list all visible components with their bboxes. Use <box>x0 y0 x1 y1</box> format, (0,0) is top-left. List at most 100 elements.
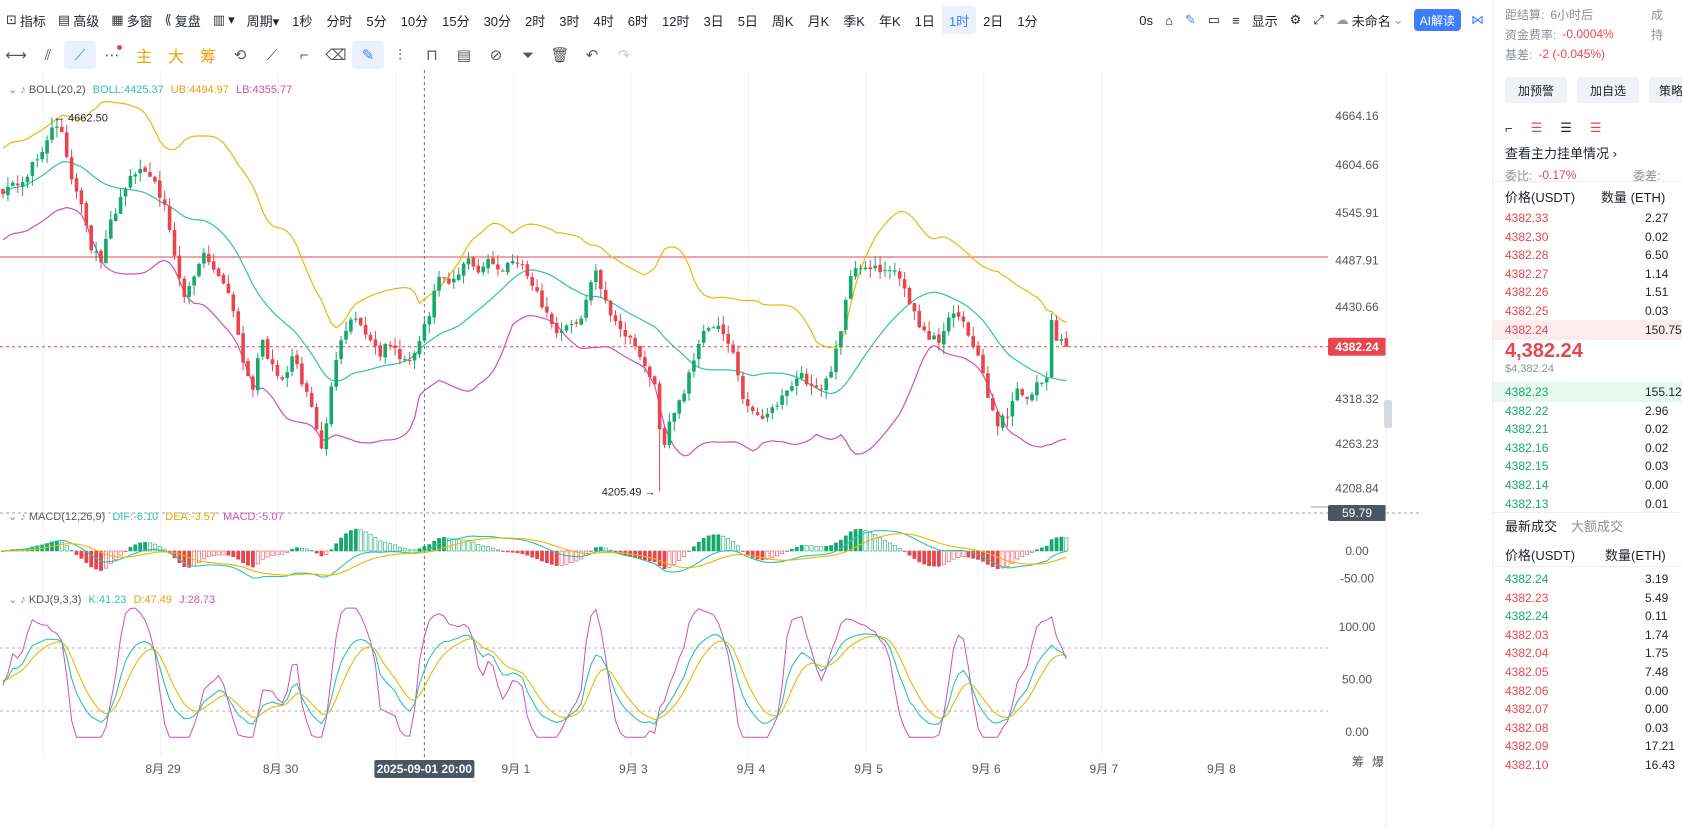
bell-icon[interactable]: ♪ <box>20 594 26 606</box>
fullscreen-icon[interactable]: ⤢ <box>1307 6 1329 34</box>
trade-row[interactable]: 4382.10 16.43 <box>1493 755 1682 775</box>
liquidation-tab[interactable]: 爆 <box>1372 753 1384 770</box>
period-12[interactable]: 5日 <box>731 6 765 34</box>
chart-area[interactable]: 8月 298月 308月 319月 19月 39月 49月 59月 69月 79… <box>0 70 1420 828</box>
comment-icon[interactable]: ▭ <box>1202 6 1226 34</box>
period-1[interactable]: 分时 <box>319 6 359 34</box>
watchlist-button[interactable]: 加自选 <box>1577 77 1639 103</box>
period-9[interactable]: 6时 <box>621 6 655 34</box>
bid-row[interactable]: 4382.21 0.02 <box>1493 419 1682 439</box>
tab-latest-trades[interactable]: 最新成交 <box>1505 516 1557 535</box>
camera-icon[interactable]: ⌂ <box>1159 6 1179 34</box>
trade-row[interactable]: 4382.23 5.49 <box>1493 588 1682 608</box>
trade-row[interactable]: 4382.04 1.75 <box>1493 643 1682 663</box>
replay-button[interactable]: ⟪ 复盘 <box>159 6 207 34</box>
bell-icon[interactable]: ♪ <box>20 511 26 523</box>
undo-icon[interactable]: ↶ <box>576 41 608 69</box>
period-4[interactable]: 15分 <box>435 6 476 34</box>
trade-row[interactable]: 4382.09 17.21 <box>1493 736 1682 756</box>
book-both-icon[interactable]: ⌐ <box>1505 121 1513 136</box>
period-8[interactable]: 4时 <box>587 6 621 34</box>
period-18[interactable]: 1时 <box>941 6 977 34</box>
refresh-draw-icon[interactable]: ⟲ <box>224 41 256 69</box>
filter-icon[interactable]: ⏷ <box>512 41 544 69</box>
period-7[interactable]: 3时 <box>552 6 586 34</box>
ask-row[interactable]: 4382.25 0.03 <box>1493 301 1682 321</box>
trade-row[interactable]: 4382.08 0.03 <box>1493 718 1682 738</box>
trade-row[interactable]: 4382.03 1.74 <box>1493 625 1682 645</box>
magnet-icon[interactable]: ⊘ <box>480 41 512 69</box>
collapse-icon[interactable]: ⌄ <box>8 594 17 606</box>
alert-button[interactable]: 加预警 <box>1505 77 1567 103</box>
ask-row[interactable]: 4382.33 2.27 <box>1493 208 1682 228</box>
book-bid-icon[interactable]: ☰ <box>1590 120 1602 136</box>
collapse-icon[interactable]: ⌄ <box>8 511 17 523</box>
share-icon[interactable]: ⋈ <box>1465 6 1490 34</box>
period-dropdown[interactable]: 周期▾ <box>241 6 286 34</box>
ask-row[interactable]: 4382.30 0.02 <box>1493 227 1682 247</box>
bid-row[interactable]: 4382.15 0.03 <box>1493 456 1682 476</box>
chart-svg[interactable]: 8月 298月 308月 319月 19月 39月 49月 59月 69月 79… <box>0 70 1420 828</box>
orderbook-link[interactable]: 查看主力挂单情况 › <box>1493 142 1682 162</box>
measure-icon[interactable]: ⫶ <box>384 41 416 69</box>
period-2[interactable]: 5分 <box>359 6 393 34</box>
period-15[interactable]: 季K <box>836 6 872 34</box>
period-6[interactable]: 2时 <box>518 6 552 34</box>
trade-row[interactable]: 4382.07 0.00 <box>1493 699 1682 719</box>
more-tools-icon[interactable]: ⋯ <box>96 41 128 69</box>
period-16[interactable]: 年K <box>872 6 908 34</box>
ai-button[interactable]: AI解读 <box>1413 9 1461 31</box>
period-17[interactable]: 1日 <box>908 6 942 34</box>
bid-row[interactable]: 4382.23 155.12 <box>1493 382 1682 402</box>
period-20[interactable]: 1分 <box>1010 6 1044 34</box>
menu-icon[interactable]: ≡ <box>1226 6 1246 34</box>
multi-line-icon[interactable]: ⫽ <box>32 41 64 69</box>
indicator-button[interactable]: ⊡ 指标 <box>0 6 52 34</box>
bid-row[interactable]: 4382.16 0.02 <box>1493 438 1682 458</box>
note-icon[interactable]: ▤ <box>448 41 480 69</box>
eraser-icon[interactable]: ⌫ <box>320 41 352 69</box>
period-5[interactable]: 30分 <box>477 6 518 34</box>
bid-row[interactable]: 4382.22 2.96 <box>1493 401 1682 421</box>
trade-row[interactable]: 4382.24 0.11 <box>1493 606 1682 626</box>
ask-row[interactable]: 4382.27 1.14 <box>1493 264 1682 284</box>
strategy-button[interactable]: 策略 <box>1649 77 1682 103</box>
ruler-icon[interactable]: ⟋ <box>256 41 288 69</box>
chart-type-button[interactable]: ▥ ▾ <box>207 6 241 34</box>
collapse-icon[interactable]: ⌄ <box>8 84 17 96</box>
ask-row[interactable]: 4382.28 6.50 <box>1493 245 1682 265</box>
chip-tab[interactable]: 筹 <box>1352 753 1364 770</box>
trade-row[interactable]: 4382.05 7.48 <box>1493 662 1682 682</box>
book-list-icon[interactable]: ☰ <box>1560 120 1572 136</box>
settings-gear-icon[interactable]: ⚙ <box>1284 6 1308 34</box>
ask-row[interactable]: 4382.24 150.75 <box>1493 319 1682 340</box>
tab-large-trades[interactable]: 大额成交 <box>1571 516 1623 535</box>
redo-icon[interactable]: ↷ <box>608 41 640 69</box>
period-13[interactable]: 周K <box>765 6 801 34</box>
trade-row[interactable]: 4382.24 3.19 <box>1493 569 1682 589</box>
book-ask-icon[interactable]: ☰ <box>1531 120 1543 136</box>
bid-row[interactable]: 4382.14 0.00 <box>1493 475 1682 495</box>
period-19[interactable]: 2日 <box>976 6 1010 34</box>
select-icon[interactable]: ⌐ <box>288 41 320 69</box>
trend-line-icon[interactable]: ⟋ <box>64 41 96 69</box>
chip-button[interactable]: 筹 <box>192 41 224 69</box>
brush-icon[interactable]: ✎ <box>352 41 384 69</box>
period-11[interactable]: 3日 <box>696 6 730 34</box>
trade-row[interactable]: 4382.06 0.00 <box>1493 681 1682 701</box>
bid-row[interactable]: 4382.13 0.01 <box>1493 494 1682 514</box>
horizontal-ray-icon[interactable]: ⟷ <box>0 41 32 69</box>
big-order-button[interactable]: 大 <box>160 41 192 69</box>
period-10[interactable]: 12时 <box>655 6 696 34</box>
ask-row[interactable]: 4382.26 1.51 <box>1493 282 1682 302</box>
multi-window-button[interactable]: ▦ 多窗 <box>105 6 158 34</box>
period-3[interactable]: 10分 <box>394 6 435 34</box>
trash-icon[interactable]: 🗑 <box>544 41 576 69</box>
bell-icon[interactable]: ♪ <box>20 84 26 96</box>
period-14[interactable]: 月K <box>801 6 837 34</box>
display-button[interactable]: 显示 <box>1246 6 1284 34</box>
main-force-button[interactable]: 主 <box>128 41 160 69</box>
seconds-toggle[interactable]: 0s <box>1133 6 1159 34</box>
period-0[interactable]: 1秒 <box>285 6 319 34</box>
cloud-layout-button[interactable]: ☁ 未命名 ⌄ <box>1330 6 1410 34</box>
